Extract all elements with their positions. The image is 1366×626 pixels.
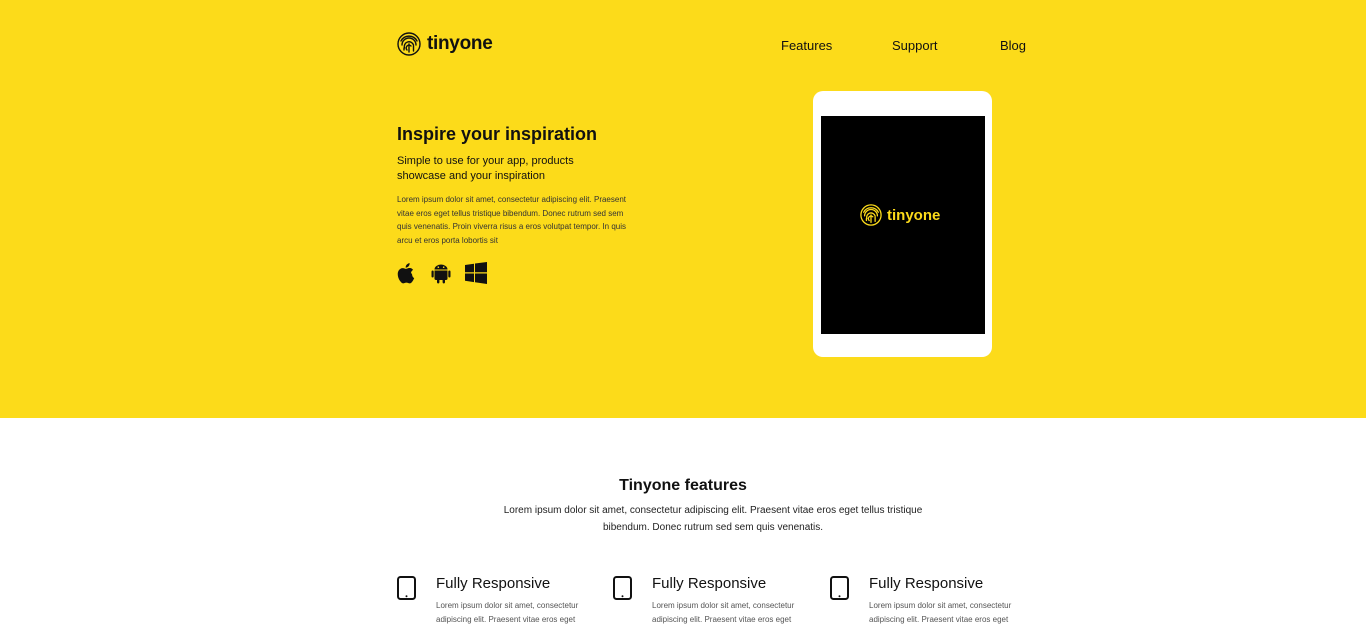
hero-section: tinyone Features Support Blog Inspire yo… [0,0,1366,418]
tablet-logo: tinyone [860,203,940,227]
tablet-screen: tinyone [821,116,985,334]
hero-subtitle: Simple to use for your app, products sho… [397,155,574,182]
platform-icons [397,262,487,289]
feature-text: Lorem ipsum dolor sit amet, consectetur … [652,601,795,624]
hero-body-text: Lorem ipsum dolor sit amet, consectetur … [397,195,626,245]
tablet-brand-name: tinyone [887,206,941,224]
fingerprint-icon [397,32,421,56]
brand-name: tinyone [427,33,493,54]
tablet-icon [613,576,632,600]
fingerprint-icon [860,204,882,226]
feature-text: Lorem ipsum dolor sit amet, consectetur … [869,601,1012,624]
feature-text: Lorem ipsum dolor sit amet, consectetur … [436,601,579,624]
logo[interactable]: tinyone [397,31,493,57]
apple-icon[interactable] [397,262,417,289]
nav-support[interactable]: Support [892,38,938,53]
feature-title: Fully Responsive [652,575,767,592]
tablet-mockup: tinyone [813,91,992,357]
features-title: Tinyone features [619,477,747,494]
nav-features[interactable]: Features [781,38,832,53]
nav-blog[interactable]: Blog [1000,38,1026,53]
android-icon[interactable] [431,262,451,289]
feature-title: Fully Responsive [869,575,984,592]
hero-title: Inspire your inspiration [397,124,598,144]
windows-icon[interactable] [465,262,487,289]
features-description: Lorem ipsum dolor sit amet, consectetur … [503,505,923,533]
feature-title: Fully Responsive [436,575,551,592]
tablet-icon [830,576,849,600]
tablet-icon [397,576,416,600]
